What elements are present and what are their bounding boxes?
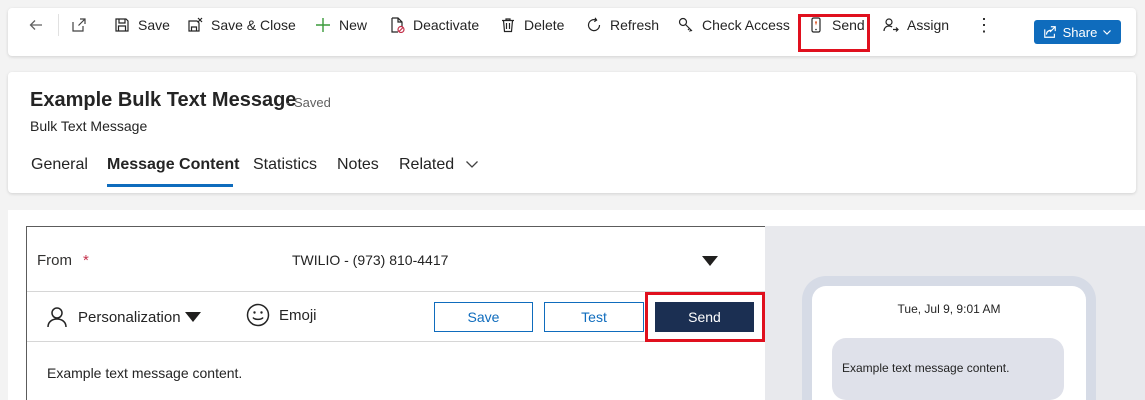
message-body[interactable]: Example text message content. bbox=[47, 365, 242, 381]
person-icon bbox=[47, 307, 67, 328]
tab-general[interactable]: General bbox=[31, 156, 88, 174]
test-button[interactable]: Test bbox=[544, 302, 644, 332]
send-button[interactable]: Send bbox=[655, 302, 754, 332]
emoji-button[interactable]: Emoji bbox=[246, 303, 317, 327]
trash-icon bbox=[502, 18, 514, 33]
check-access-button[interactable]: Check Access bbox=[678, 12, 790, 38]
send-command-button[interactable]: Send bbox=[808, 12, 865, 38]
share-button[interactable]: Share bbox=[1034, 20, 1121, 44]
deactivate-icon bbox=[391, 17, 405, 33]
deactivate-label: Deactivate bbox=[413, 17, 480, 33]
from-label: From bbox=[37, 252, 72, 269]
share-icon bbox=[1043, 26, 1056, 38]
smiley-icon bbox=[246, 303, 270, 327]
record-header: Example Bulk Text Message - Saved Bulk T… bbox=[8, 72, 1136, 193]
delete-button[interactable]: Delete bbox=[500, 12, 564, 38]
phone-preview: Tue, Jul 9, 9:01 AM Example text message… bbox=[802, 276, 1096, 400]
more-icon: ⋮ bbox=[975, 14, 993, 35]
plus-icon bbox=[316, 18, 330, 32]
back-button[interactable] bbox=[28, 12, 52, 38]
personalization-button[interactable]: Personalization bbox=[45, 306, 181, 328]
refresh-label: Refresh bbox=[610, 17, 660, 33]
required-marker: * bbox=[83, 252, 89, 269]
assign-person-icon bbox=[883, 18, 899, 32]
from-dropdown-icon[interactable] bbox=[702, 256, 718, 266]
tab-message-content[interactable]: Message Content bbox=[107, 156, 239, 174]
tab-notes[interactable]: Notes bbox=[337, 156, 379, 174]
personalization-dropdown-icon[interactable] bbox=[185, 312, 201, 322]
chevron-down-icon bbox=[465, 161, 478, 168]
save-icon bbox=[115, 18, 129, 32]
save-label: Save bbox=[138, 17, 170, 33]
send-command-label: Send bbox=[832, 17, 865, 33]
share-label: Share bbox=[1062, 24, 1098, 40]
save-close-icon bbox=[188, 17, 203, 32]
chevron-down-icon bbox=[1103, 30, 1112, 35]
save-button[interactable]: Save bbox=[114, 12, 170, 38]
save-and-close-label: Save & Close bbox=[211, 17, 296, 33]
open-in-new-window-icon bbox=[72, 18, 86, 32]
check-access-label: Check Access bbox=[702, 17, 790, 33]
save-status: - Saved bbox=[286, 95, 331, 110]
toolbar-divider bbox=[58, 14, 59, 36]
message-bubble: Example text message content. bbox=[832, 338, 1064, 400]
editor-save-button[interactable]: Save bbox=[434, 302, 533, 332]
preview-timestamp: Tue, Jul 9, 9:01 AM bbox=[897, 302, 1001, 316]
entity-name: Bulk Text Message bbox=[30, 118, 148, 134]
deactivate-button[interactable]: Deactivate bbox=[389, 12, 479, 38]
refresh-icon bbox=[587, 17, 601, 32]
personalization-label: Personalization bbox=[78, 308, 181, 326]
save-and-close-button[interactable]: Save & Close bbox=[187, 12, 296, 38]
page-title: Example Bulk Text Message bbox=[30, 89, 297, 111]
assign-button[interactable]: Assign bbox=[883, 12, 949, 38]
new-label: New bbox=[339, 17, 368, 33]
delete-label: Delete bbox=[524, 17, 565, 33]
mobile-send-icon bbox=[811, 17, 821, 33]
bubble-text: Example text message content. bbox=[842, 361, 1010, 375]
open-in-new-window-button[interactable] bbox=[71, 12, 95, 38]
active-tab-indicator bbox=[107, 184, 233, 187]
command-bar bbox=[8, 8, 1136, 56]
emoji-label: Emoji bbox=[279, 306, 317, 324]
key-icon bbox=[678, 17, 693, 32]
new-button[interactable]: New bbox=[315, 12, 367, 38]
from-value[interactable]: TWILIO - (973) 810-4417 bbox=[292, 252, 448, 268]
tab-related-label: Related bbox=[399, 156, 455, 173]
more-commands-button[interactable]: ⋮ bbox=[975, 12, 993, 38]
tab-statistics[interactable]: Statistics bbox=[253, 156, 317, 174]
back-arrow-icon bbox=[29, 20, 42, 30]
tab-related[interactable]: Related bbox=[399, 156, 479, 174]
refresh-button[interactable]: Refresh bbox=[586, 12, 659, 38]
assign-label: Assign bbox=[907, 17, 950, 33]
